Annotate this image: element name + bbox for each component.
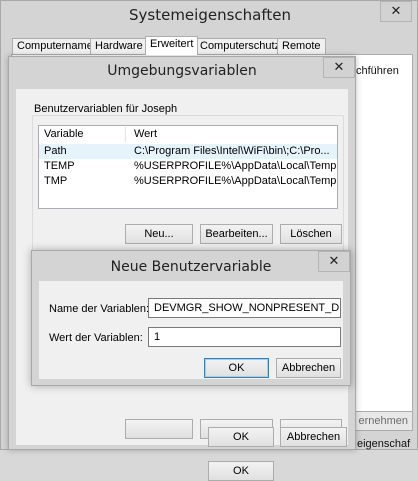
- env-vars-cancel-button[interactable]: Abbrechen: [280, 427, 347, 447]
- tab-hardware[interactable]: Hardware: [90, 38, 148, 54]
- delete-var-button[interactable]: Löschen: [280, 224, 342, 244]
- close-icon: ✕: [333, 60, 345, 75]
- new-var-dialog: Neue Benutzervariable ✕ Name der Variabl…: [31, 250, 351, 386]
- env-vars-close-button[interactable]: ✕: [323, 57, 355, 78]
- row-variable: TMP: [44, 175, 68, 187]
- tab-computername[interactable]: Computername: [12, 38, 98, 54]
- user-vars-list[interactable]: Variable Wert Path C:\Program Files\Inte…: [38, 125, 338, 209]
- value-input[interactable]: 1: [148, 327, 341, 347]
- row-value: C:\Program Files\Intel\WiFi\bin\;C:\Pro.…: [134, 145, 330, 157]
- table-row[interactable]: TMP %USERPROFILE%\AppData\Local\Temp: [39, 174, 337, 189]
- row-variable: TEMP: [44, 160, 75, 172]
- value-label: Wert der Variablen:: [49, 332, 143, 344]
- tab-erweitert[interactable]: Erweitert: [145, 36, 199, 55]
- new-var-client: Name der Variablen: DEVMGR_SHOW_NONPRESE…: [39, 281, 343, 379]
- close-icon: ✕: [390, 4, 402, 19]
- new-var-cancel-button[interactable]: Abbrechen: [276, 358, 341, 378]
- system-properties-partial-text: chführen: [356, 65, 399, 77]
- table-row[interactable]: Path C:\Program Files\Intel\WiFi\bin\;C:…: [39, 144, 337, 159]
- system-properties-title: Systemeigenschaften: [129, 6, 291, 24]
- new-var-ok-button[interactable]: OK: [204, 358, 269, 378]
- column-header-variable[interactable]: Variable: [44, 127, 124, 142]
- row-value: %USERPROFILE%\AppData\Local\Temp: [134, 175, 337, 187]
- column-divider: [125, 127, 126, 142]
- new-var-close-button[interactable]: ✕: [318, 251, 350, 272]
- name-input[interactable]: DEVMGR_SHOW_NONPRESENT_DEVICES: [148, 298, 341, 318]
- env-vars-title: Umgebungsvariablen: [107, 63, 257, 79]
- column-header-wert[interactable]: Wert: [134, 127, 334, 142]
- table-row[interactable]: TEMP %USERPROFILE%\AppData\Local\Temp: [39, 159, 337, 174]
- close-icon: ✕: [328, 254, 340, 269]
- tab-remote[interactable]: Remote: [277, 38, 326, 54]
- new-var-button[interactable]: Neu...: [125, 224, 193, 244]
- row-value: %USERPROFILE%\AppData\Local\Temp: [134, 160, 337, 172]
- system-properties-bottom-text: eigenschaf: [357, 438, 411, 450]
- env-vars-ok-button[interactable]: OK: [208, 461, 274, 481]
- system-properties-close-button[interactable]: ✕: [380, 1, 412, 22]
- name-label: Name der Variablen:: [49, 303, 150, 315]
- system-properties-apply-button[interactable]: ernehmen: [351, 411, 413, 431]
- user-vars-group-label: Benutzervariablen für Joseph: [34, 103, 178, 115]
- edit-var-button[interactable]: Bearbeiten...: [200, 224, 273, 244]
- user-vars-header: Variable Wert: [39, 127, 337, 142]
- env-vars-ok-button[interactable]: OK: [208, 427, 274, 447]
- row-variable: Path: [44, 145, 67, 157]
- tab-computerschutz[interactable]: Computerschutz: [195, 38, 286, 54]
- system-new-button[interactable]: [125, 419, 193, 439]
- new-var-title: Neue Benutzervariable: [110, 259, 272, 275]
